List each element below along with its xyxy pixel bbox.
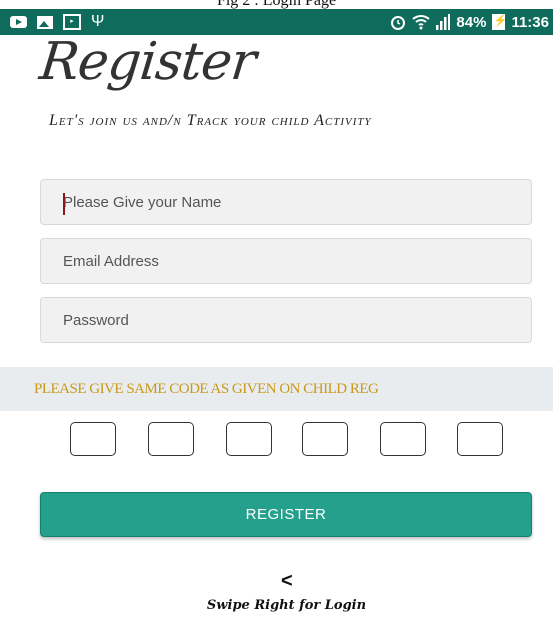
page-title: Register <box>36 32 259 92</box>
usb-icon: Ψ <box>91 13 105 30</box>
wifi-icon <box>412 15 431 30</box>
code-box-6[interactable] <box>457 422 503 456</box>
password-field[interactable] <box>40 297 532 343</box>
tagline: Let's join us and/n Track your child Act… <box>49 112 372 129</box>
status-time: 11:36 <box>511 13 549 31</box>
code-box-4[interactable] <box>302 422 348 456</box>
video-icon: ▸ <box>63 14 81 30</box>
name-input[interactable] <box>63 193 531 211</box>
youtube-icon <box>10 16 27 28</box>
figure-caption: Fig 2 : Login Page <box>216 0 337 9</box>
code-box-2[interactable] <box>148 422 194 456</box>
email-field[interactable] <box>40 238 532 284</box>
code-instruction-band: PLEASE GIVE SAME CODE AS GIVEN ON CHILD … <box>0 367 553 411</box>
battery-icon <box>492 14 507 30</box>
code-box-3[interactable] <box>226 422 272 456</box>
code-box-5[interactable] <box>380 422 426 456</box>
battery-percent: 84% <box>456 13 487 31</box>
status-bar-left-icons: ▸ Ψ <box>10 12 104 32</box>
text-cursor <box>63 193 65 215</box>
register-button[interactable]: REGISTER <box>40 492 532 537</box>
swipe-login-hint[interactable]: Swipe Right for Login <box>0 598 553 613</box>
name-field[interactable] <box>40 179 532 225</box>
status-bar-right: 84% 11:36 <box>390 9 549 35</box>
alarm-icon <box>391 16 406 30</box>
signal-icon <box>436 14 451 30</box>
password-input[interactable] <box>63 311 531 329</box>
gallery-icon <box>37 15 53 29</box>
back-chevron-icon[interactable]: < <box>281 570 293 593</box>
code-box-1[interactable] <box>70 422 116 456</box>
code-instruction: PLEASE GIVE SAME CODE AS GIVEN ON CHILD … <box>34 381 379 397</box>
email-input[interactable] <box>63 252 531 270</box>
